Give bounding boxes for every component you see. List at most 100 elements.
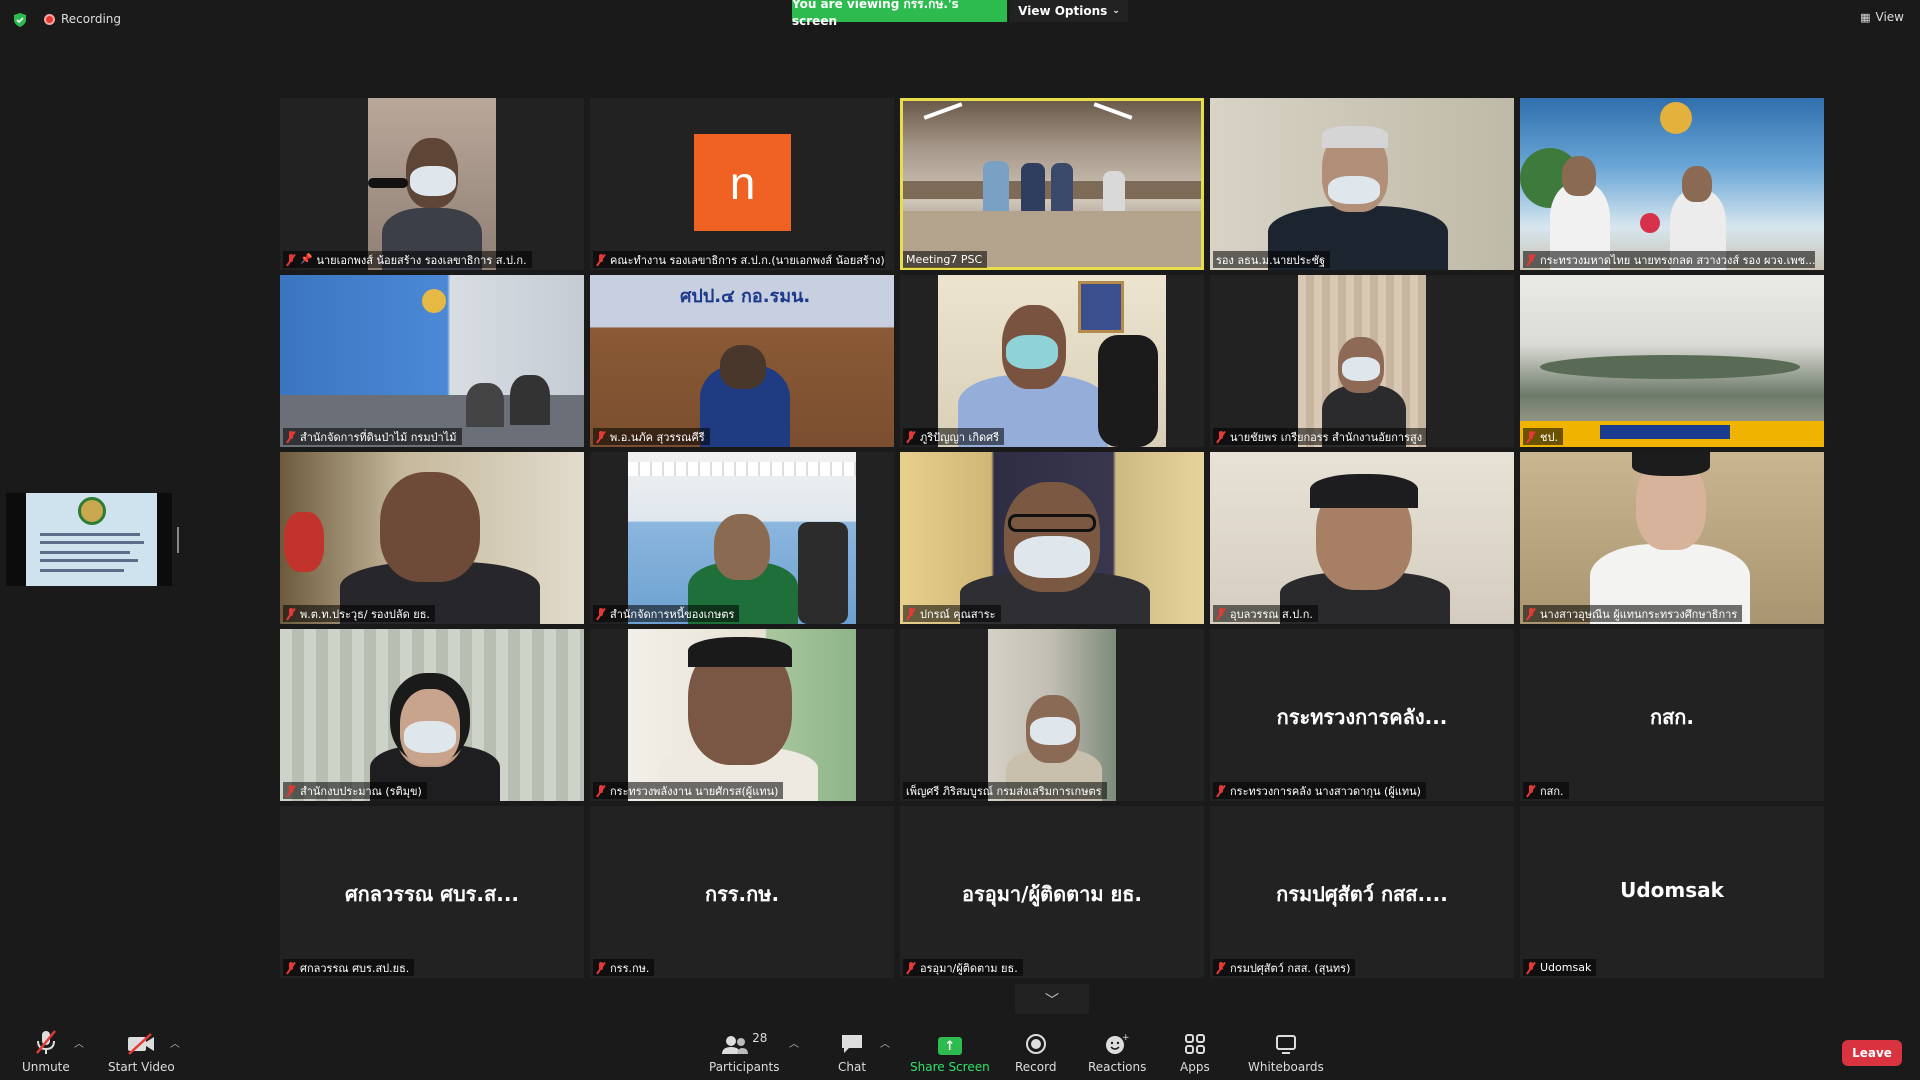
muted-mic-icon bbox=[1216, 961, 1226, 974]
record-button[interactable]: Record bbox=[1015, 1027, 1056, 1074]
participants-icon-wrap: 28 bbox=[721, 1027, 767, 1055]
thumbnail-resize-handle[interactable] bbox=[177, 527, 179, 553]
participant-tile[interactable]: พ.ต.ท.ประวุธ/ รองปลัด ยธ. bbox=[280, 452, 584, 624]
muted-mic-icon bbox=[906, 607, 916, 620]
participant-name-label: สำนักงบประมาณ (รติมุข) bbox=[283, 782, 427, 799]
smiley-plus-icon: + bbox=[1105, 1027, 1129, 1055]
whiteboards-label: Whiteboards bbox=[1248, 1060, 1324, 1074]
participant-display-name: อรอุมา/ผู้ติดตาม ยธ. bbox=[961, 882, 1143, 906]
participant-display-name: กรร.กษ. bbox=[704, 882, 780, 906]
muted-mic-icon bbox=[596, 784, 606, 797]
participant-tile[interactable]: กรมปศุสัตว์ กสส.... กรมปศุสัตว์ กสส. (สุ… bbox=[1210, 806, 1514, 978]
participant-name-label: 📌 นายเอกพงส์ น้อยสร้าง รองเลขาธิการ ส.ป.… bbox=[283, 251, 532, 268]
participant-name-label: นายชัยพร เกรียกอรร สำนักงานอัยการสูง bbox=[1213, 428, 1428, 445]
leave-button[interactable]: Leave bbox=[1842, 1040, 1902, 1066]
share-screen-icon: ↑ bbox=[937, 1037, 962, 1055]
whiteboards-button[interactable]: Whiteboards bbox=[1248, 1027, 1324, 1074]
participant-display-name: ศกลวรรณ ศบร.ส... bbox=[344, 882, 520, 906]
participant-tile[interactable]: สำนักจัดการหนี้ของเกษตร bbox=[590, 452, 894, 624]
security-shield-icon[interactable] bbox=[12, 12, 28, 28]
participant-name-label: กระทรวงการคลัง นางสาวดากุน (ผู้แทน) bbox=[1213, 782, 1426, 799]
participant-tile[interactable]: ภูริปัญญา เกิดศรี bbox=[900, 275, 1204, 447]
participant-name-label: คณะทำงาน รองเลขาธิการ ส.ป.ก.(นายเอกพงส์ … bbox=[593, 251, 885, 268]
view-button[interactable]: ▦ View bbox=[1860, 10, 1904, 24]
participant-name-label: รอง ลธน.ม.นายประชัฐ bbox=[1213, 251, 1331, 268]
apps-icon bbox=[1184, 1027, 1206, 1055]
chat-bubble-icon bbox=[840, 1027, 864, 1055]
participant-tile[interactable]: กระทรวงมหาดไทย นายทรงกลด สวางวงส์ รอง ผว… bbox=[1520, 98, 1824, 270]
share-screen-label: Share Screen bbox=[910, 1060, 990, 1074]
meeting-toolbar: Unmute ︿ Start Video ︿ 28 Participants ︿… bbox=[0, 1014, 1920, 1080]
audio-options-caret-icon[interactable]: ︿ bbox=[74, 1035, 84, 1050]
share-screen-button[interactable]: ↑ Share Screen bbox=[910, 1027, 990, 1074]
participant-tile[interactable]: รอง ลธน.ม.นายประชัฐ bbox=[1210, 98, 1514, 270]
view-options-label: View Options bbox=[1018, 4, 1108, 18]
chevron-down-icon: ⌄ bbox=[1112, 6, 1120, 16]
muted-mic-icon bbox=[1526, 430, 1536, 443]
participant-tile[interactable]: เพ็ญศรี ภิริสมบูรณ์ กรมส่งเสริมการเกษตร bbox=[900, 629, 1204, 801]
participant-tile[interactable]: n คณะทำงาน รองเลขาธิการ ส.ป.ก.(นายเอกพงส… bbox=[590, 98, 894, 270]
gallery-scroll-down-button[interactable]: ﹀ bbox=[1015, 984, 1089, 1016]
participant-display-name: กสก. bbox=[1649, 705, 1695, 729]
participant-name-label: กระทรวงมหาดไทย นายทรงกลด สวางวงส์ รอง ผว… bbox=[1523, 251, 1815, 268]
participant-tile[interactable]: กระทรวงการคลัง... กระทรวงการคลัง นางสาวด… bbox=[1210, 629, 1514, 801]
participant-tile[interactable]: นางสาวอุษณีน ผู้แทนกระทรวงศึกษาธิการ bbox=[1520, 452, 1824, 624]
participant-tile[interactable]: กสก. กสก. bbox=[1520, 629, 1824, 801]
participant-tile[interactable]: ปกรณ์ คุณสาระ bbox=[900, 452, 1204, 624]
participant-name-label: พ.ต.ท.ประวุธ/ รองปลัด ยธ. bbox=[283, 605, 435, 622]
view-label: View bbox=[1875, 10, 1904, 24]
muted-mic-icon bbox=[1526, 961, 1536, 974]
muted-mic-icon bbox=[596, 607, 606, 620]
participant-tile[interactable]: ศกลวรรณ ศบร.ส... ศกลวรรณ ศบร.สป.ยธ. bbox=[280, 806, 584, 978]
muted-mic-icon bbox=[906, 961, 916, 974]
participant-tile-active-speaker[interactable]: Meeting7 PSC bbox=[900, 98, 1204, 270]
muted-mic-icon bbox=[596, 961, 606, 974]
reactions-button[interactable]: + Reactions bbox=[1088, 1027, 1146, 1074]
participants-options-caret-icon[interactable]: ︿ bbox=[789, 1035, 799, 1050]
chat-options-caret-icon[interactable]: ︿ bbox=[880, 1035, 890, 1050]
muted-mic-icon bbox=[1526, 784, 1536, 797]
participant-tile[interactable]: อุบลวรรณ ส.ป.ก. bbox=[1210, 452, 1514, 624]
apps-label: Apps bbox=[1180, 1060, 1210, 1074]
view-options-button[interactable]: View Options ⌄ bbox=[1010, 0, 1128, 22]
participants-icon bbox=[722, 1036, 749, 1054]
participants-button[interactable]: 28 Participants bbox=[709, 1027, 780, 1074]
muted-mic-icon bbox=[596, 430, 606, 443]
recording-indicator[interactable]: Recording bbox=[44, 12, 121, 26]
unmute-button[interactable]: Unmute bbox=[22, 1027, 70, 1074]
participant-tile[interactable]: นายชัยพร เกรียกอรร สำนักงานอัยการสูง bbox=[1210, 275, 1514, 447]
apps-button[interactable]: Apps bbox=[1180, 1027, 1210, 1074]
muted-mic-icon bbox=[1216, 430, 1226, 443]
record-label: Record bbox=[1015, 1060, 1057, 1074]
participant-name-label: กสก. bbox=[1523, 782, 1569, 799]
participant-name-label: อุบลวรรณ ส.ป.ก. bbox=[1213, 605, 1318, 622]
participant-tile[interactable]: 📌 นายเอกพงส์ น้อยสร้าง รองเลขาธิการ ส.ป.… bbox=[280, 98, 584, 270]
muted-mic-icon bbox=[1526, 607, 1536, 620]
participant-tile[interactable]: ศปป.๔ กอ.รมน. พ.อ.นภัค สุวรรณคีรี bbox=[590, 275, 894, 447]
participant-name-label: กรร.กษ. bbox=[593, 959, 655, 976]
participant-tile[interactable]: กระทรวงพลังงาน นายศักรส(ผู้แทน) bbox=[590, 629, 894, 801]
participant-tile[interactable]: สำนักงบประมาณ (รติมุข) bbox=[280, 629, 584, 801]
chat-button[interactable]: Chat bbox=[838, 1027, 866, 1074]
recording-label: Recording bbox=[61, 12, 122, 26]
participant-name-label: สำนักจัดการหนี้ของเกษตร bbox=[593, 605, 740, 622]
start-video-button[interactable]: Start Video bbox=[108, 1027, 175, 1074]
participant-tile[interactable]: ชป. bbox=[1520, 275, 1824, 447]
participant-avatar: n bbox=[694, 134, 791, 231]
participant-name-label: ศกลวรรณ ศบร.สป.ยธ. bbox=[283, 959, 415, 976]
svg-text:+: + bbox=[1122, 1033, 1129, 1043]
participant-tile[interactable]: สำนักจัดการที่ดินป่าไม้ กรมป่าไม้ bbox=[280, 275, 584, 447]
video-options-caret-icon[interactable]: ︿ bbox=[170, 1035, 180, 1050]
grid-view-icon: ▦ bbox=[1860, 10, 1871, 24]
participant-tile[interactable]: Udomsak Udomsak bbox=[1520, 806, 1824, 978]
muted-mic-icon bbox=[1526, 253, 1536, 266]
pin-icon: 📌 bbox=[300, 254, 313, 265]
participant-name-label: นางสาวอุษณีน ผู้แทนกระทรวงศึกษาธิการ bbox=[1523, 605, 1743, 622]
unmute-label: Unmute bbox=[22, 1060, 70, 1074]
participant-name-label: ภูริปัญญา เกิดศรี bbox=[903, 428, 1005, 445]
participants-count: 28 bbox=[752, 1031, 768, 1045]
participant-tile[interactable]: อรอุมา/ผู้ติดตาม ยธ. อรอุมา/ผู้ติดตาม ยธ… bbox=[900, 806, 1204, 978]
shared-screen-thumbnail[interactable] bbox=[6, 493, 172, 586]
participant-tile[interactable]: กรร.กษ. กรร.กษ. bbox=[590, 806, 894, 978]
muted-mic-icon bbox=[906, 430, 916, 443]
